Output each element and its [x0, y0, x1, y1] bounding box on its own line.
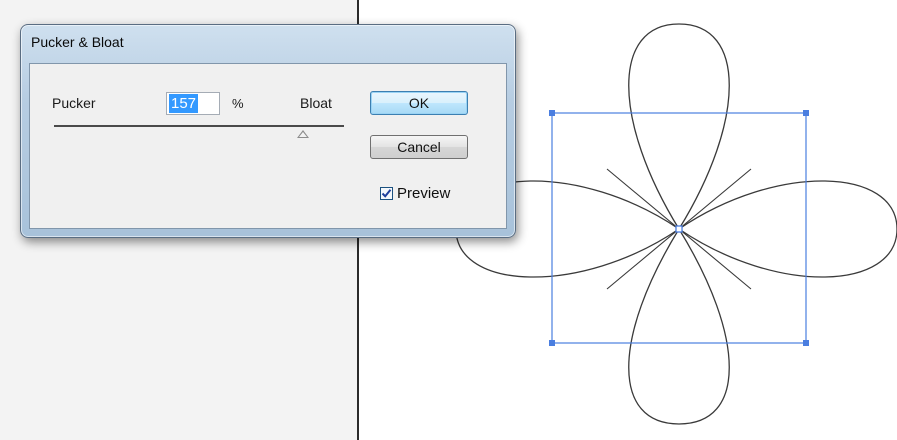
cancel-button[interactable]: Cancel	[370, 135, 468, 159]
handle-bottom-left[interactable]	[549, 340, 555, 346]
triangle-thumb-icon[interactable]	[297, 130, 310, 138]
checkmark-icon	[381, 188, 392, 198]
handle-bottom-right[interactable]	[803, 340, 809, 346]
preview-checkbox[interactable]	[380, 186, 393, 200]
petal-right	[678, 180, 897, 278]
handle-top-left[interactable]	[549, 110, 555, 116]
amount-input[interactable]: 157	[166, 92, 220, 115]
selection-bounding-box[interactable]	[549, 110, 809, 346]
pucker-label: Pucker	[52, 95, 96, 111]
handle-top-right[interactable]	[803, 110, 809, 116]
ok-button[interactable]: OK	[370, 91, 468, 115]
dialog-body: Pucker 157 % Bloat OK Cancel Preview	[29, 63, 507, 229]
percent-unit-label: %	[232, 96, 244, 111]
petal-top	[628, 23, 730, 230]
bloat-label: Bloat	[300, 95, 332, 111]
pucker-bloat-slider[interactable]	[54, 125, 344, 127]
center-point[interactable]	[675, 225, 683, 233]
dialog-title: Pucker & Bloat	[31, 34, 124, 50]
pucker-bloat-dialog: Pucker & Bloat Pucker 157 % Bloat OK Can…	[20, 24, 516, 238]
preview-label: Preview	[397, 184, 451, 202]
amount-value: 157	[169, 94, 199, 113]
flower-path[interactable]	[455, 23, 897, 425]
preview-option[interactable]: Preview	[380, 184, 450, 202]
